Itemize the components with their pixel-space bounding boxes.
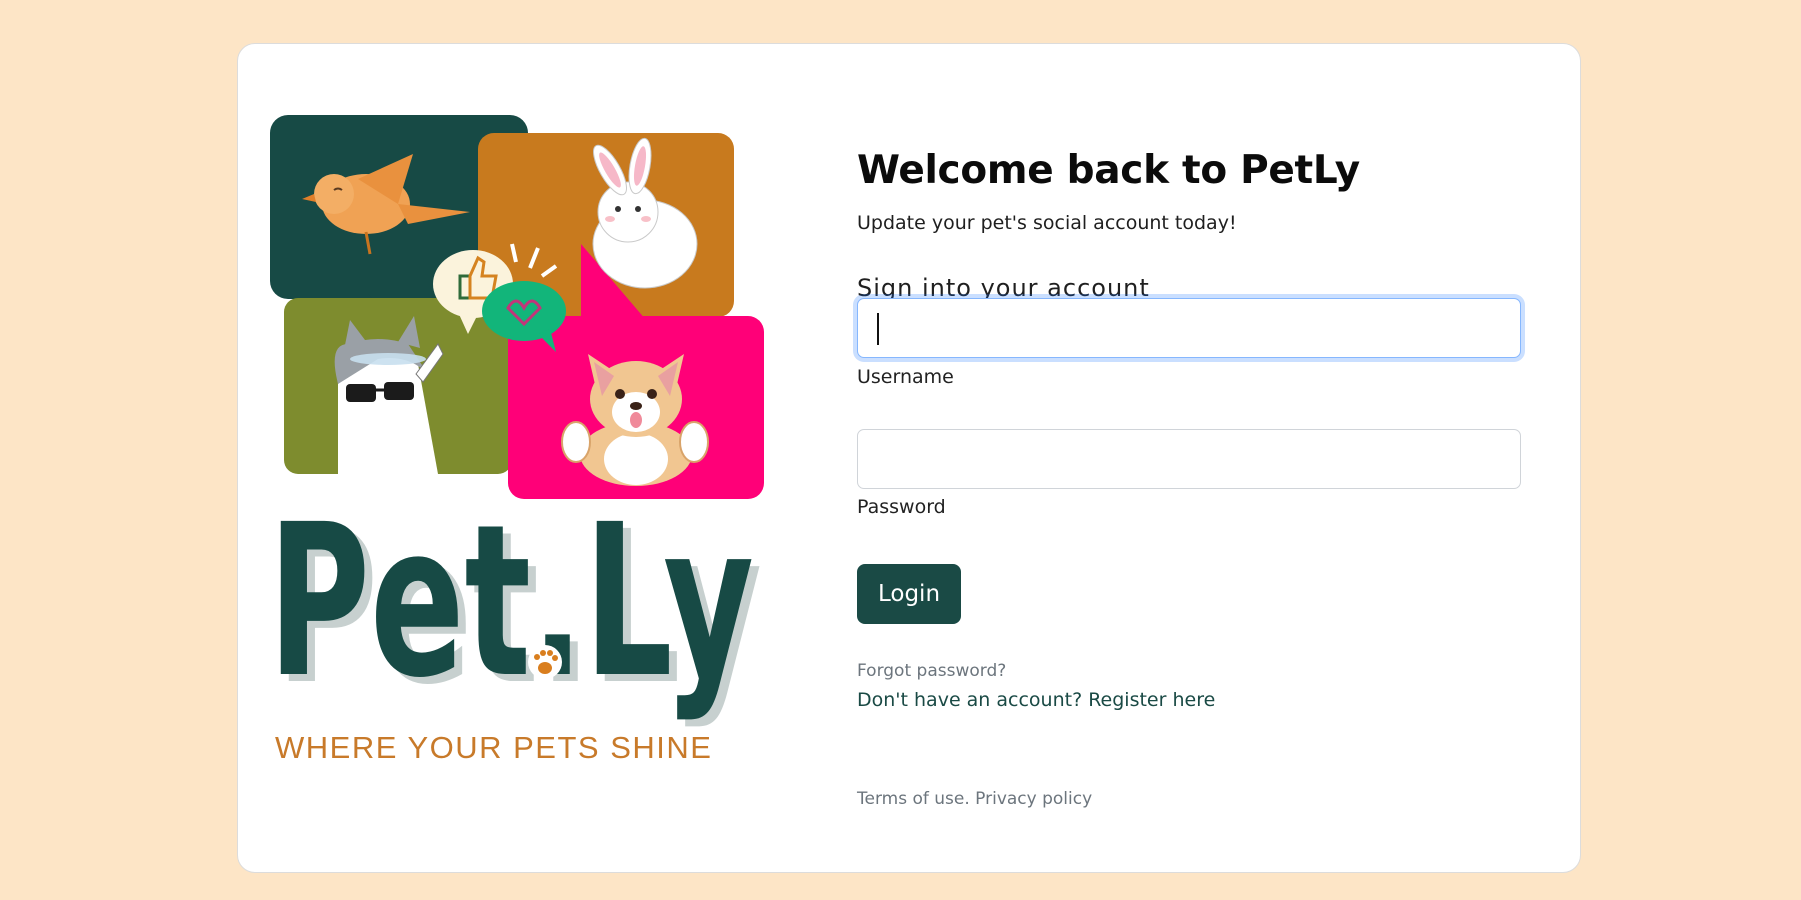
- login-form: Welcome back to PetLy Update your pet's …: [857, 44, 1522, 872]
- terms-link[interactable]: Terms of use.: [857, 789, 970, 809]
- password-label: Password: [857, 496, 946, 518]
- username-input[interactable]: [857, 298, 1521, 358]
- petly-logo: Pet.Ly Pet.Ly WHERE YOUR PETS SHINE: [238, 44, 798, 872]
- forgot-password-link[interactable]: Forgot password?: [857, 661, 1006, 681]
- page-title: Welcome back to PetLy: [857, 148, 1360, 193]
- text-caret: [877, 313, 879, 345]
- privacy-link[interactable]: Privacy policy: [975, 789, 1092, 809]
- password-input[interactable]: [857, 429, 1521, 489]
- paw-icon: [528, 645, 562, 679]
- footer-links: Terms of use. Privacy policy: [857, 789, 1092, 809]
- login-button[interactable]: Login: [857, 564, 961, 624]
- page-subtitle: Update your pet's social account today!: [857, 212, 1237, 234]
- register-link[interactable]: Don't have an account? Register here: [857, 689, 1215, 711]
- logo-tagline: WHERE YOUR PETS SHINE: [275, 730, 713, 765]
- login-card: Pet.Ly Pet.Ly WHERE YOUR PETS SHINE Welc…: [237, 43, 1581, 873]
- username-label: Username: [857, 366, 954, 388]
- wordmark: Pet.Ly: [268, 479, 754, 724]
